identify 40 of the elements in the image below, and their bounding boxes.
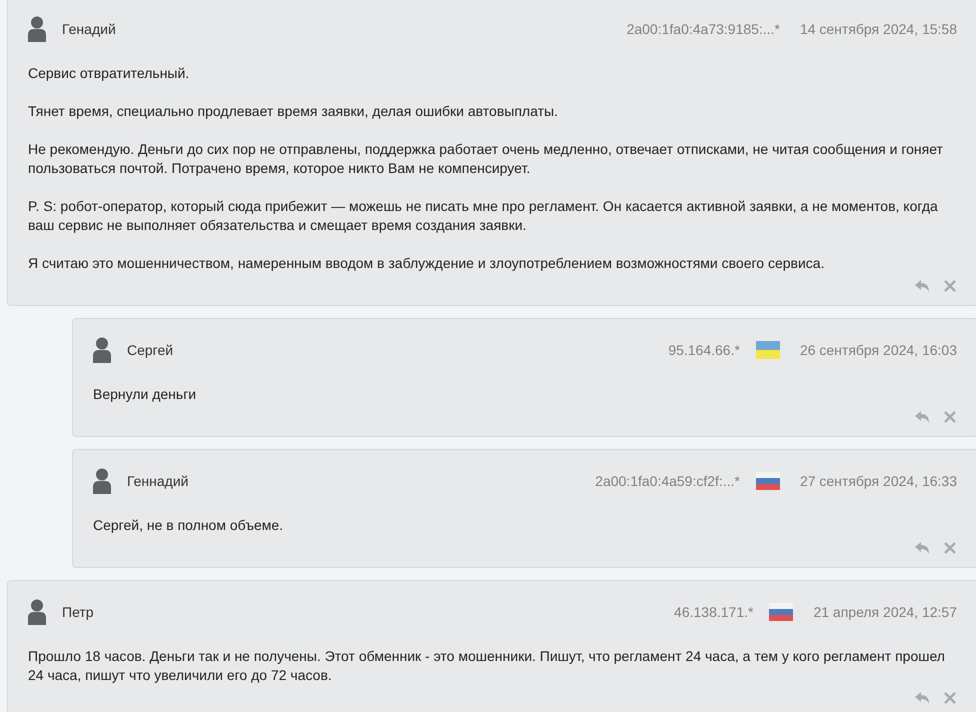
- author-name: Генадий: [62, 20, 116, 39]
- comment-text: Не рекомендую. Деньги до сих пор не отправлены, поддержка работает очень медленно, отвечает отписками, не читая сообщения и гоняет пользоваться почтой. Потрачено время, которое никто Вам не компенсирует.: [28, 140, 944, 178]
- reply-icon: [915, 541, 931, 555]
- comment-date: 14 сентября 2024, 15:58: [800, 20, 957, 39]
- close-button[interactable]: [943, 691, 957, 705]
- comment-text: Вернули деньги: [93, 385, 198, 404]
- comment-date: 21 апреля 2024, 12:57: [813, 602, 957, 622]
- comment-text: Сергей, не в полном объеме.: [93, 516, 284, 535]
- close-icon: [943, 541, 957, 555]
- reply-button[interactable]: [915, 691, 931, 705]
- comment-text: Тянет время, специально продлевает время заявки, делая ошибки автовыплаты.: [28, 102, 559, 121]
- user-icon: [28, 16, 46, 42]
- comment-date: 26 сентября 2024, 16:03: [800, 340, 957, 360]
- comment-text: P. S: робот-оператор, который сюда прибежит — можешь не писать мне про регламент. Он касается активной заявки, а не моментов, когда ваш сервис не выполняет обязательства и смещает время создания заявки.: [28, 197, 939, 235]
- reply-icon: [915, 410, 931, 424]
- reply-button[interactable]: [915, 279, 931, 293]
- author-name: Сергей: [127, 340, 174, 360]
- ip-address: 2a00:1fa0:4a59:cf2f:...*: [595, 472, 740, 490]
- author-name: Геннадий: [127, 472, 188, 491]
- close-icon: [943, 691, 957, 705]
- comment-text: Прошло 18 часов. Деньги так и не получены. Этот обменник - это мошенники. Пишут, что регламент 24 часа, а тем у кого регламент прошел 24 часа, пишут что увеличили его до 72 часов.: [28, 647, 946, 685]
- reply-icon: [915, 691, 931, 705]
- comment-date: 27 сентября 2024, 16:33: [800, 472, 957, 491]
- ip-address: 46.138.171.*: [674, 602, 754, 622]
- close-button[interactable]: [943, 279, 957, 293]
- reply-button[interactable]: [915, 410, 931, 424]
- close-button[interactable]: [943, 410, 957, 424]
- user-icon: [93, 337, 111, 363]
- close-button[interactable]: [943, 541, 957, 555]
- comment-text: Сервис отвратительный.: [28, 64, 190, 83]
- comment-text: Я считаю это мошенничеством, намеренным вводом в заблуждение и злоупотреблением возможностями своего сервиса.: [28, 254, 826, 273]
- user-icon: [93, 468, 111, 494]
- close-icon: [943, 279, 957, 293]
- ip-address: 95.164.66.*: [668, 340, 740, 360]
- close-icon: [943, 410, 957, 424]
- reply-button[interactable]: [915, 541, 931, 555]
- user-icon: [28, 599, 46, 625]
- author-name: Петр: [62, 602, 94, 622]
- reply-icon: [915, 279, 931, 293]
- ip-address: 2a00:1fa0:4a73:9185:...*: [626, 20, 780, 38]
